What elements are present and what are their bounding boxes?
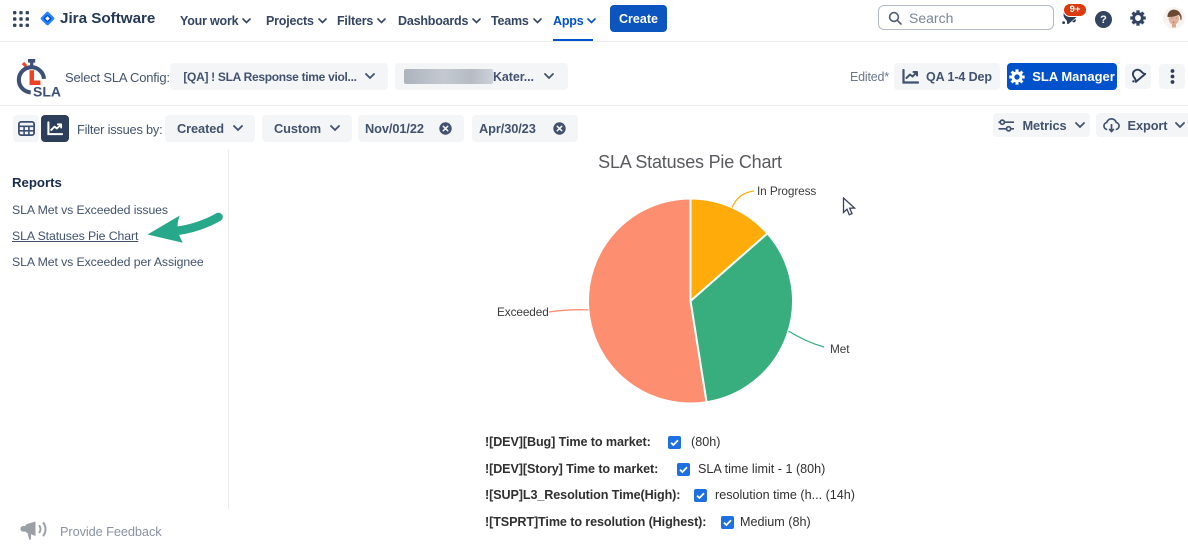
- svg-text:SLA: SLA: [33, 84, 61, 100]
